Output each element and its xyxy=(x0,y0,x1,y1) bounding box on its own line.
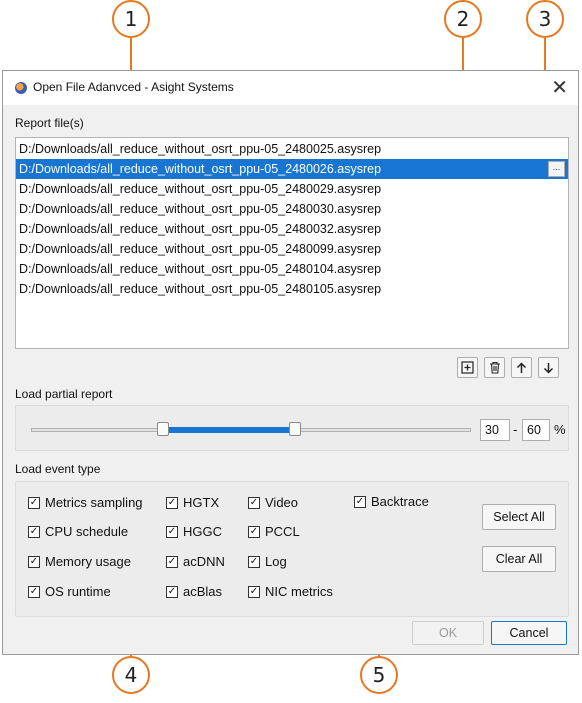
file-row[interactable]: D:/Downloads/all_reduce_without_osrt_ppu… xyxy=(16,199,568,219)
checkbox-check: ✓ xyxy=(248,585,260,598)
checkbox-check: ✓ xyxy=(354,495,366,508)
file-row[interactable]: D:/Downloads/all_reduce_without_osrt_ppu… xyxy=(16,139,568,159)
event-type-group: ✓ Metrics sampling ✓ CPU schedule ✓ Memory … xyxy=(15,481,569,617)
arrow-down-icon xyxy=(543,362,554,374)
checkbox-label: CPU schedule xyxy=(45,524,129,539)
app-logo-icon xyxy=(15,82,27,94)
checkbox-acblas[interactable]: ✓ acBlas xyxy=(166,584,222,599)
file-path: D:/Downloads/all_reduce_without_osrt_ppu… xyxy=(19,262,382,276)
window-title: Open File Adanvced - Asight Systems xyxy=(33,80,234,94)
checkbox-label: Video xyxy=(265,495,299,510)
range-slider-handle-start[interactable] xyxy=(157,422,169,436)
dialog-window: Open File Adanvced - Asight Systems ✕ Re… xyxy=(2,70,579,655)
checkbox-check: ✓ xyxy=(166,585,178,598)
callout-2: 2 xyxy=(444,0,482,38)
file-path: D:/Downloads/all_reduce_without_osrt_ppu… xyxy=(19,202,382,216)
delete-file-button[interactable] xyxy=(484,357,505,378)
range-to-input[interactable]: 60 xyxy=(522,419,550,441)
checkbox-hgtx[interactable]: ✓ HGTX xyxy=(166,495,219,510)
partial-report-group: 30 - 60 % xyxy=(15,405,569,451)
checkbox-check: ✓ xyxy=(28,496,40,509)
arrow-up-icon xyxy=(516,361,527,373)
file-row[interactable]: D:/Downloads/all_reduce_without_osrt_ppu… xyxy=(16,179,568,199)
file-path: D:/Downloads/all_reduce_without_osrt_ppu… xyxy=(19,142,382,156)
checkbox-label: Metrics sampling xyxy=(45,495,143,510)
file-path: D:/Downloads/all_reduce_without_osrt_ppu… xyxy=(19,222,382,236)
checkbox-label: Log xyxy=(265,554,287,569)
clear-all-button[interactable]: Clear All xyxy=(482,546,556,572)
checkbox-check: ✓ xyxy=(166,525,178,538)
file-row-selected[interactable]: D:/Downloads/all_reduce_without_osrt_ppu… xyxy=(16,159,568,179)
checkbox-check: ✓ xyxy=(28,585,40,598)
checkbox-check: ✓ xyxy=(248,555,260,568)
range-unit: % xyxy=(554,422,566,437)
checkbox-label: Backtrace xyxy=(371,494,429,509)
file-path: D:/Downloads/all_reduce_without_osrt_ppu… xyxy=(19,162,382,176)
checkbox-check: ✓ xyxy=(28,555,40,568)
checkbox-video[interactable]: ✓ Video xyxy=(248,495,298,510)
checkbox-memory-usage[interactable]: ✓ Memory usage xyxy=(28,554,131,569)
checkbox-check: ✓ xyxy=(28,525,40,538)
callout-3: 3 xyxy=(526,0,564,38)
file-path: D:/Downloads/all_reduce_without_osrt_ppu… xyxy=(19,282,382,296)
add-file-button[interactable] xyxy=(457,357,478,378)
file-row[interactable]: D:/Downloads/all_reduce_without_osrt_ppu… xyxy=(16,239,568,259)
report-files-label: Report file(s) xyxy=(15,116,84,130)
range-slider-fill xyxy=(163,427,295,433)
checkbox-pccl[interactable]: ✓ PCCL xyxy=(248,524,300,539)
callout-4: 4 xyxy=(112,656,150,694)
checkbox-metrics-sampling[interactable]: ✓ Metrics sampling xyxy=(28,495,143,510)
browse-button[interactable]: ... xyxy=(548,161,565,177)
checkbox-label: NIC metrics xyxy=(265,584,333,599)
checkbox-log[interactable]: ✓ Log xyxy=(248,554,287,569)
report-file-list[interactable]: D:/Downloads/all_reduce_without_osrt_ppu… xyxy=(15,137,569,349)
event-type-label: Load event type xyxy=(15,462,101,476)
partial-report-label: Load partial report xyxy=(15,387,113,401)
range-separator: - xyxy=(513,422,518,437)
checkbox-label: Memory usage xyxy=(45,554,131,569)
checkbox-os-runtime[interactable]: ✓ OS runtime xyxy=(28,584,111,599)
checkbox-nic-metrics[interactable]: ✓ NIC metrics xyxy=(248,584,333,599)
add-file-icon xyxy=(461,361,474,374)
checkbox-cpu-schedule[interactable]: ✓ CPU schedule xyxy=(28,524,128,539)
range-slider-handle-end[interactable] xyxy=(289,422,301,436)
checkbox-check: ✓ xyxy=(166,555,178,568)
checkbox-hggc[interactable]: ✓ HGGC xyxy=(166,524,222,539)
file-row[interactable]: D:/Downloads/all_reduce_without_osrt_ppu… xyxy=(16,219,568,239)
checkbox-check: ✓ xyxy=(248,525,260,538)
checkbox-label: HGTX xyxy=(183,495,220,510)
file-row[interactable]: D:/Downloads/all_reduce_without_osrt_ppu… xyxy=(16,259,568,279)
file-row[interactable]: D:/Downloads/all_reduce_without_osrt_ppu… xyxy=(16,279,568,299)
checkbox-label: acBlas xyxy=(183,584,223,599)
checkbox-check: ✓ xyxy=(248,496,260,509)
select-all-button[interactable]: Select All xyxy=(482,504,556,530)
checkbox-check: ✓ xyxy=(166,496,178,509)
checkbox-acdnn[interactable]: ✓ acDNN xyxy=(166,554,225,569)
file-path: D:/Downloads/all_reduce_without_osrt_ppu… xyxy=(19,182,382,196)
move-up-button[interactable] xyxy=(511,357,532,378)
range-from-input[interactable]: 30 xyxy=(480,419,510,441)
trash-icon xyxy=(489,361,500,374)
cancel-button[interactable]: Cancel xyxy=(491,621,567,645)
move-down-button[interactable] xyxy=(538,357,559,378)
checkbox-label: HGGC xyxy=(183,524,222,539)
checkbox-backtrace[interactable]: ✓ Backtrace xyxy=(354,494,429,509)
ok-button[interactable]: OK xyxy=(412,621,484,645)
callout-1: 1 xyxy=(112,0,150,38)
close-icon[interactable]: ✕ xyxy=(551,75,568,99)
title-bar: Open File Adanvced - Asight Systems ✕ xyxy=(3,71,578,105)
checkbox-label: acDNN xyxy=(183,554,225,569)
checkbox-label: PCCL xyxy=(265,524,300,539)
checkbox-label: OS runtime xyxy=(45,584,111,599)
callout-5: 5 xyxy=(360,656,398,694)
file-path: D:/Downloads/all_reduce_without_osrt_ppu… xyxy=(19,242,382,256)
